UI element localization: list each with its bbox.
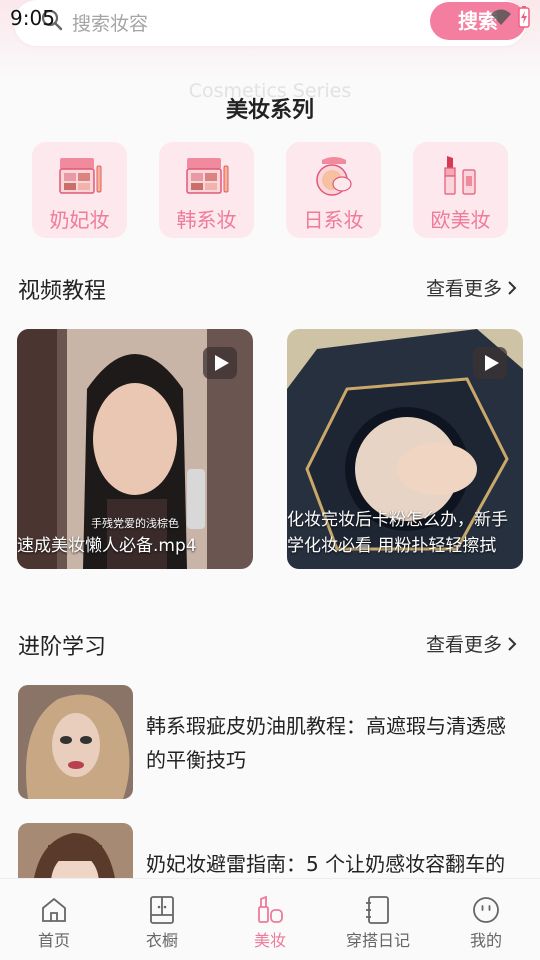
tab-wardrobe[interactable]: 衣橱 bbox=[108, 879, 216, 960]
wifi-icon bbox=[491, 9, 511, 25]
search-input[interactable]: 搜索妆容 bbox=[72, 9, 148, 36]
tab-label: 衣橱 bbox=[145, 931, 178, 950]
eyeshadow-palette-icon bbox=[186, 158, 229, 194]
battery-icon bbox=[518, 6, 530, 28]
category-western[interactable]: 欧美妆 bbox=[413, 142, 508, 238]
tab-profile[interactable]: 我的 bbox=[432, 879, 540, 960]
article-title: 奶妃妆避雷指南：5 个让奶感妆容翻车的 bbox=[146, 852, 506, 876]
advanced-more-link[interactable]: 查看更多 bbox=[426, 630, 518, 657]
video-title: 化妆完妆后卡粉怎么办，新手学化妆必看 用粉扑轻轻擦拭 bbox=[287, 510, 508, 556]
play-icon[interactable] bbox=[203, 347, 237, 379]
tab-makeup[interactable]: 美妆 bbox=[216, 879, 324, 960]
chevron-right-icon bbox=[508, 280, 517, 295]
more-label: 查看更多 bbox=[425, 634, 502, 656]
tab-outfit-diary[interactable]: 穿搭日记 bbox=[324, 879, 432, 960]
more-label: 查看更多 bbox=[425, 278, 502, 300]
search-bar-container: 搜索妆容 搜索 bbox=[14, 0, 526, 46]
category-label: 欧美妆 bbox=[430, 208, 491, 232]
makeup-icon bbox=[258, 895, 283, 923]
bottom-tab-bar: 首页 衣橱 美妆 穿搭日记 我的 bbox=[0, 878, 540, 960]
category-label: 奶妃妆 bbox=[49, 208, 110, 232]
tab-home[interactable]: 首页 bbox=[0, 879, 108, 960]
video-title: 速成美妆懒人必备.mp4 bbox=[17, 536, 197, 556]
video-card[interactable]: 化妆完妆后卡粉怎么办，新手学化妆必看 用粉扑轻轻擦拭 bbox=[287, 329, 523, 569]
article-title: 韩系瑕疵皮奶油肌教程：高遮瑕与清透感的平衡技巧 bbox=[146, 714, 506, 772]
article-thumbnail bbox=[18, 685, 133, 799]
wardrobe-icon bbox=[150, 896, 174, 924]
category-label: 日系妆 bbox=[303, 208, 364, 232]
category-korean[interactable]: 韩系妆 bbox=[159, 142, 254, 238]
lipstick-icon bbox=[444, 156, 476, 195]
advanced-section-header: 进阶学习 查看更多 bbox=[18, 629, 518, 661]
tab-label: 美妆 bbox=[253, 931, 286, 950]
tab-label: 首页 bbox=[37, 931, 70, 950]
category-label: 韩系妆 bbox=[176, 208, 237, 232]
video-section-header: 视频教程 查看更多 bbox=[18, 273, 518, 305]
cushion-compact-icon bbox=[316, 157, 352, 196]
video-section-title: 视频教程 bbox=[18, 279, 107, 304]
profile-icon bbox=[473, 897, 499, 923]
video-overlay-text: 手残党爱的浅棕色 bbox=[91, 517, 179, 530]
makeup-categories: 奶妃妆 韩系妆 日系妆 欧美妆 bbox=[32, 142, 508, 238]
video-card[interactable]: 手残党爱的浅棕色 速成美妆懒人必备.mp4 bbox=[17, 329, 253, 569]
diary-icon bbox=[366, 896, 389, 924]
tab-label: 穿搭日记 bbox=[345, 931, 410, 950]
article-item[interactable]: 韩系瑕疵皮奶油肌教程：高遮瑕与清透感的平衡技巧 bbox=[18, 685, 523, 799]
video-more-link[interactable]: 查看更多 bbox=[426, 274, 518, 301]
advanced-section-title: 进阶学习 bbox=[18, 635, 107, 660]
category-nai-fei[interactable]: 奶妃妆 bbox=[32, 142, 127, 238]
eyeshadow-palette-icon bbox=[59, 158, 102, 194]
tab-label: 我的 bbox=[469, 931, 502, 950]
chevron-right-icon bbox=[508, 636, 517, 651]
play-icon[interactable] bbox=[473, 347, 507, 379]
category-japanese[interactable]: 日系妆 bbox=[286, 142, 381, 238]
home-icon bbox=[42, 897, 66, 922]
series-title: 美妆系列 bbox=[225, 98, 314, 123]
status-time: 9:05 bbox=[10, 6, 55, 30]
status-icons bbox=[490, 6, 530, 28]
